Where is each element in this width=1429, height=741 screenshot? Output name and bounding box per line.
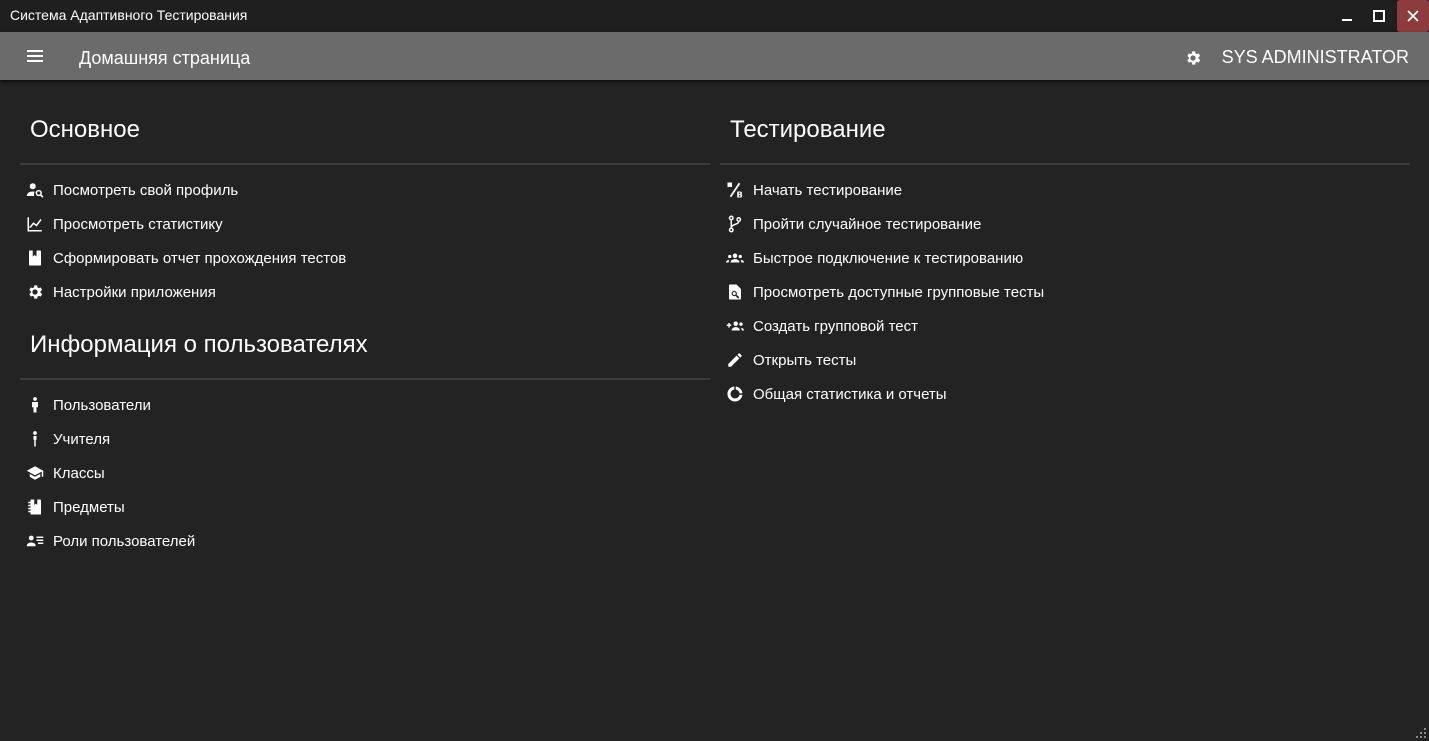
donut-chart-icon	[726, 385, 744, 403]
maximize-icon	[1373, 10, 1385, 22]
resize-grip-icon[interactable]	[1415, 727, 1427, 739]
menu-item-random-testing[interactable]: Пройти случайное тестирование	[720, 207, 1410, 241]
menu-item-open-tests[interactable]: Открыть тесты	[720, 343, 1410, 377]
menu-item-label: Пользователи	[53, 396, 151, 414]
group-add-icon	[726, 317, 744, 335]
menu-item-user-roles[interactable]: Роли пользователей	[20, 524, 710, 558]
menu-item-label: Просмотреть статистику	[53, 215, 223, 233]
menu-item-label: Роли пользователей	[53, 532, 196, 550]
users-menu-list: Пользователи Учителя Классы Предметы Рол…	[20, 388, 710, 558]
title-bar[interactable]: Система Адаптивного Тестирования	[0, 0, 1429, 32]
person-search-icon	[26, 181, 44, 199]
menu-item-generate-report[interactable]: Сформировать отчет прохождения тестов	[20, 241, 710, 275]
teacher-icon	[26, 430, 44, 448]
group-icon	[726, 249, 744, 267]
report-book-icon	[26, 249, 44, 267]
percent-icon: B	[726, 181, 744, 199]
maximize-button[interactable]	[1363, 0, 1395, 32]
divider	[20, 163, 710, 165]
person-icon	[26, 396, 44, 414]
notebook-icon	[26, 498, 44, 516]
close-icon	[1407, 10, 1419, 22]
section-title-main: Основное	[30, 116, 140, 143]
menu-item-label: Создать групповой тест	[753, 317, 919, 335]
menu-item-view-profile[interactable]: Посмотреть свой профиль	[20, 173, 710, 207]
divider	[20, 378, 710, 380]
menu-button[interactable]	[26, 44, 58, 68]
app-bar: Домашняя страница SYS ADMINISTRATOR	[0, 32, 1429, 80]
menu-item-users[interactable]: Пользователи	[20, 388, 710, 422]
menu-item-label: Общая статистика и отчеты	[753, 385, 947, 403]
menu-item-teachers[interactable]: Учителя	[20, 422, 710, 456]
menu-item-quick-connect[interactable]: Быстрое подключение к тестированию	[720, 241, 1410, 275]
user-name[interactable]: SYS ADMINISTRATOR	[1222, 47, 1409, 68]
gear-icon	[26, 283, 44, 301]
menu-item-label: Открыть тесты	[753, 351, 857, 369]
file-search-icon	[726, 283, 744, 301]
left-column: Основное Посмотреть свой профиль Просмот…	[20, 100, 710, 558]
main-menu-list: Посмотреть свой профиль Просмотреть стат…	[20, 173, 710, 309]
menu-item-label: Предметы	[53, 498, 125, 516]
menu-item-label: Быстрое подключение к тестированию	[753, 249, 1024, 267]
settings-button[interactable]	[1181, 46, 1205, 70]
menu-item-label: Просмотреть доступные групповые тесты	[753, 283, 1045, 301]
menu-item-classes[interactable]: Классы	[20, 456, 710, 490]
account-list-icon	[26, 532, 44, 550]
menu-item-label: Учителя	[53, 430, 111, 448]
pencil-icon	[726, 351, 744, 369]
menu-item-label: Начать тестирование	[753, 181, 903, 199]
minimize-icon	[1342, 19, 1352, 21]
menu-item-subjects[interactable]: Предметы	[20, 490, 710, 524]
minimize-button[interactable]	[1331, 0, 1363, 32]
line-chart-icon	[26, 215, 44, 233]
page-title: Домашняя страница	[79, 48, 251, 68]
menu-item-label: Сформировать отчет прохождения тестов	[53, 249, 347, 267]
menu-item-general-statistics[interactable]: Общая статистика и отчеты	[720, 377, 1410, 411]
close-button[interactable]	[1397, 0, 1429, 32]
testing-menu-list: B Начать тестирование Пройти случайное т…	[720, 173, 1410, 411]
menu-item-label: Пройти случайное тестирование	[753, 215, 982, 233]
menu-item-start-testing[interactable]: B Начать тестирование	[720, 173, 1410, 207]
right-column: Тестирование B Начать тестирование Пройт…	[720, 100, 1410, 411]
menu-item-view-group-tests[interactable]: Просмотреть доступные групповые тесты	[720, 275, 1410, 309]
menu-item-app-settings[interactable]: Настройки приложения	[20, 275, 710, 309]
menu-item-label: Классы	[53, 464, 105, 482]
menu-item-create-group-test[interactable]: Создать групповой тест	[720, 309, 1410, 343]
menu-item-view-statistics[interactable]: Просмотреть статистику	[20, 207, 710, 241]
menu-item-label: Настройки приложения	[53, 283, 216, 301]
graduation-cap-icon	[26, 464, 44, 482]
section-title-testing: Тестирование	[730, 116, 886, 143]
source-branch-icon	[726, 215, 744, 233]
svg-text:B: B	[737, 190, 743, 200]
hamburger-icon	[27, 50, 43, 62]
app-window: Система Адаптивного Тестирования Домашня…	[0, 0, 1429, 741]
divider	[720, 163, 1410, 165]
gear-icon	[1187, 51, 1201, 65]
window-title: Система Адаптивного Тестирования	[10, 7, 248, 23]
section-title-users: Информация о пользователях	[30, 331, 368, 358]
menu-item-label: Посмотреть свой профиль	[53, 181, 239, 199]
